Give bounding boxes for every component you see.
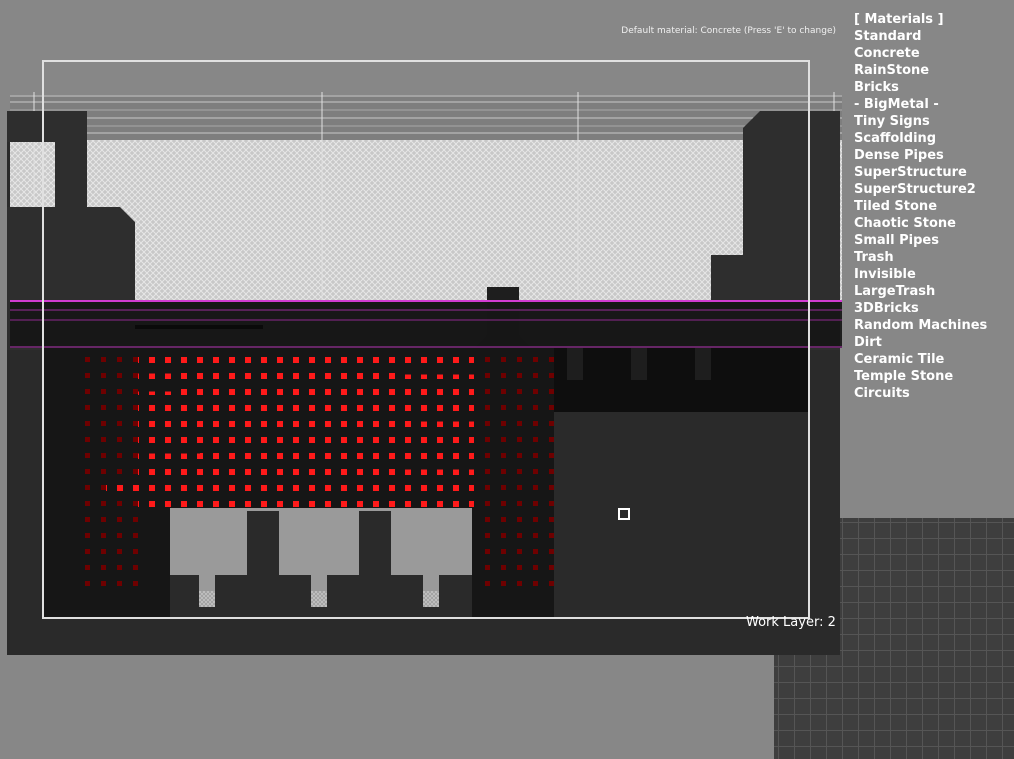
material-item[interactable]: Chaotic Stone (854, 215, 987, 232)
material-item[interactable]: Trash (854, 249, 987, 266)
material-item[interactable]: SuperStructure (854, 164, 987, 181)
material-item[interactable]: Standard (854, 28, 987, 45)
magenta-band (10, 300, 842, 348)
material-item-selected[interactable]: - BigMetal - (854, 96, 987, 113)
material-item[interactable]: 3DBricks (854, 300, 987, 317)
right-platform (554, 348, 808, 618)
material-item[interactable]: Random Machines (854, 317, 987, 334)
material-item[interactable]: Bricks (854, 79, 987, 96)
material-item[interactable]: Temple Stone (854, 368, 987, 385)
default-material-hint: Default material: Concrete (Press 'E' to… (621, 26, 836, 36)
material-item[interactable]: Tiled Stone (854, 198, 987, 215)
material-item[interactable]: Ceramic Tile (854, 351, 987, 368)
material-item[interactable]: LargeTrash (854, 283, 987, 300)
material-item[interactable]: Tiny Signs (854, 113, 987, 130)
material-item[interactable]: Scaffolding (854, 130, 987, 147)
material-item[interactable]: Small Pipes (854, 232, 987, 249)
materials-menu-title: [ Materials ] (854, 12, 944, 27)
dark-red-lights-right (474, 348, 554, 588)
lower-arches (170, 508, 472, 618)
tile-cursor (618, 508, 630, 520)
dark-red-lights-left (74, 348, 138, 588)
material-item[interactable]: Invisible (854, 266, 987, 283)
materials-menu: [ Materials ] Standard Concrete RainSton… (854, 11, 987, 402)
work-layer-label: Work Layer: 2 (746, 615, 836, 630)
material-item[interactable]: Concrete (854, 45, 987, 62)
material-item[interactable]: SuperStructure2 (854, 181, 987, 198)
material-item[interactable]: Dense Pipes (854, 147, 987, 164)
material-item[interactable]: RainStone (854, 62, 987, 79)
material-item[interactable]: Dirt (854, 334, 987, 351)
material-item[interactable]: Circuits (854, 385, 987, 402)
